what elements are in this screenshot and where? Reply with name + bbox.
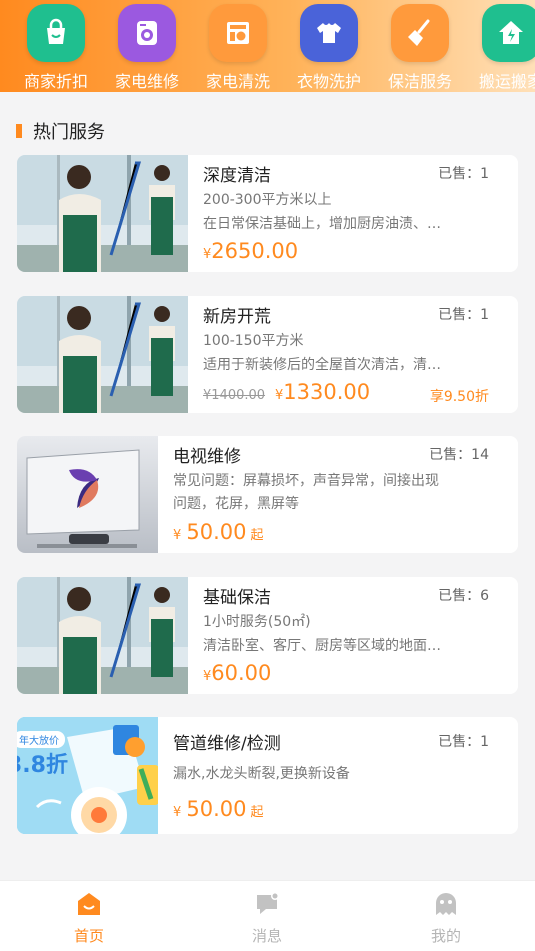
price-value: 50.00 — [186, 520, 247, 544]
home-icon — [78, 893, 100, 915]
service-card-basic-cleaning[interactable]: 基础保洁 已售：6 1小时服务(50㎡) 清洁卧室、客厅、厨房等区域的地面… ¥… — [17, 577, 518, 694]
promo-discount-text: 3.8折 — [17, 753, 68, 778]
service-spec: 1小时服务(50㎡) — [203, 614, 311, 630]
discount-badge: 享9.50折 — [429, 389, 489, 405]
category-label: 商家折扣 — [23, 72, 88, 91]
service-name: 基础保洁 — [203, 588, 271, 608]
tv-photo — [17, 436, 158, 553]
category-label: 保洁服务 — [387, 72, 452, 91]
promo-banner-image: 年大放价 3.8折 — [17, 717, 158, 834]
service-description-line2: 问题，花屏，黑屏等 — [173, 496, 299, 512]
category-cleaning-service[interactable]: 保洁服务 — [375, 4, 465, 92]
service-card-deep-cleaning[interactable]: 深度清洁 已售：1 200-300平方米以上 在日常保洁基础上，增加厨房油渍、…… — [17, 155, 518, 272]
tab-home[interactable]: 首页 — [29, 891, 149, 946]
promo-tag: 年大放价 — [17, 731, 65, 748]
service-spec: 100-150平方米 — [203, 333, 304, 349]
service-price: ¥60.00 — [203, 661, 271, 685]
price-value: 1330.00 — [283, 380, 371, 404]
category-discount[interactable]: 商家折扣 — [11, 4, 101, 92]
tab-label: 消息 — [251, 927, 282, 945]
price-value: 60.00 — [211, 661, 272, 685]
tab-label: 我的 — [430, 927, 461, 945]
price-suffix: 起 — [250, 805, 264, 820]
sold-count: 已售：1 — [438, 307, 489, 323]
tab-messages[interactable]: 消息 — [207, 891, 327, 946]
service-description-line1: 常见问题：屏幕损坏，声音异常，间接出现 — [173, 473, 439, 489]
service-description: 漏水,水龙头断裂,更换新设备 — [173, 766, 350, 782]
appliance-icon — [209, 4, 267, 62]
cleaner-photo — [17, 577, 188, 694]
service-price: ¥ 50.00 起 — [173, 797, 264, 821]
service-description: 在日常保洁基础上，增加厨房油渍、… — [203, 216, 441, 232]
broom-icon — [391, 4, 449, 62]
message-icon — [257, 892, 279, 914]
washing-machine-icon — [118, 4, 176, 62]
category-appliance-cleaning[interactable]: 家电清洗 — [193, 4, 283, 92]
shopping-bag-icon — [27, 4, 85, 62]
category-appliance-repair[interactable]: 家电维修 — [102, 4, 192, 92]
category-label: 搬运搬家 — [478, 72, 535, 91]
service-spec: 200-300平方米以上 — [203, 192, 332, 208]
bottom-tab-bar: 首页 消息 我的 — [0, 880, 535, 951]
sold-count: 已售：1 — [438, 734, 489, 750]
tab-profile[interactable]: 我的 — [386, 891, 506, 946]
service-card-tv-repair[interactable]: 电视维修 已售：14 常见问题：屏幕损坏，声音异常，间接出现 问题，花屏，黑屏等… — [17, 436, 518, 553]
shirt-icon — [300, 4, 358, 62]
tab-label: 首页 — [73, 927, 104, 945]
price-value: 50.00 — [186, 797, 247, 821]
house-icon — [482, 4, 535, 62]
price-suffix: 起 — [250, 528, 264, 543]
service-description: 适用于新装修后的全屋首次清洁，清… — [203, 357, 441, 373]
currency-symbol: ¥ — [173, 528, 182, 543]
sold-count: 已售：14 — [429, 447, 489, 463]
sold-count: 已售：6 — [438, 588, 489, 604]
service-card-pipe-repair[interactable]: 年大放价 3.8折 管道维修/检测 已售：1 漏水,水龙头断裂,更换新设备 ¥ … — [17, 717, 518, 834]
category-label: 衣物洗护 — [296, 72, 361, 91]
category-laundry[interactable]: 衣物洗护 — [284, 4, 374, 92]
price-value: 2650.00 — [211, 239, 299, 263]
service-description: 清洁卧室、客厅、厨房等区域的地面… — [203, 638, 441, 654]
service-price: ¥1330.00 — [275, 380, 370, 404]
service-price: ¥ 50.00 起 — [173, 520, 264, 544]
category-label: 家电清洗 — [205, 72, 270, 91]
category-label: 家电维修 — [114, 72, 179, 91]
section-title: 热门服务 — [33, 122, 105, 143]
original-price: ¥1400.00 — [203, 388, 266, 403]
category-header: 商家折扣 家电维修 家电清洗 衣物洗护 保洁服务 搬运搬家 — [0, 0, 535, 96]
category-moving[interactable]: 搬运搬家 — [466, 4, 535, 92]
profile-icon — [436, 893, 456, 915]
service-name: 电视维修 — [173, 447, 241, 467]
section-header: 热门服务 — [16, 118, 105, 144]
cleaner-photo — [17, 155, 188, 272]
sold-count: 已售：1 — [438, 166, 489, 182]
service-name: 管道维修/检测 — [173, 734, 281, 754]
service-card-new-house-cleaning[interactable]: 新房开荒 已售：1 100-150平方米 适用于新装修后的全屋首次清洁，清… ¥… — [17, 296, 518, 413]
currency-symbol: ¥ — [173, 805, 182, 820]
service-name: 新房开荒 — [203, 307, 271, 327]
service-name: 深度清洁 — [203, 166, 271, 186]
cleaner-photo — [17, 296, 188, 413]
service-price: ¥2650.00 — [203, 239, 298, 263]
section-accent-bar — [16, 124, 22, 138]
